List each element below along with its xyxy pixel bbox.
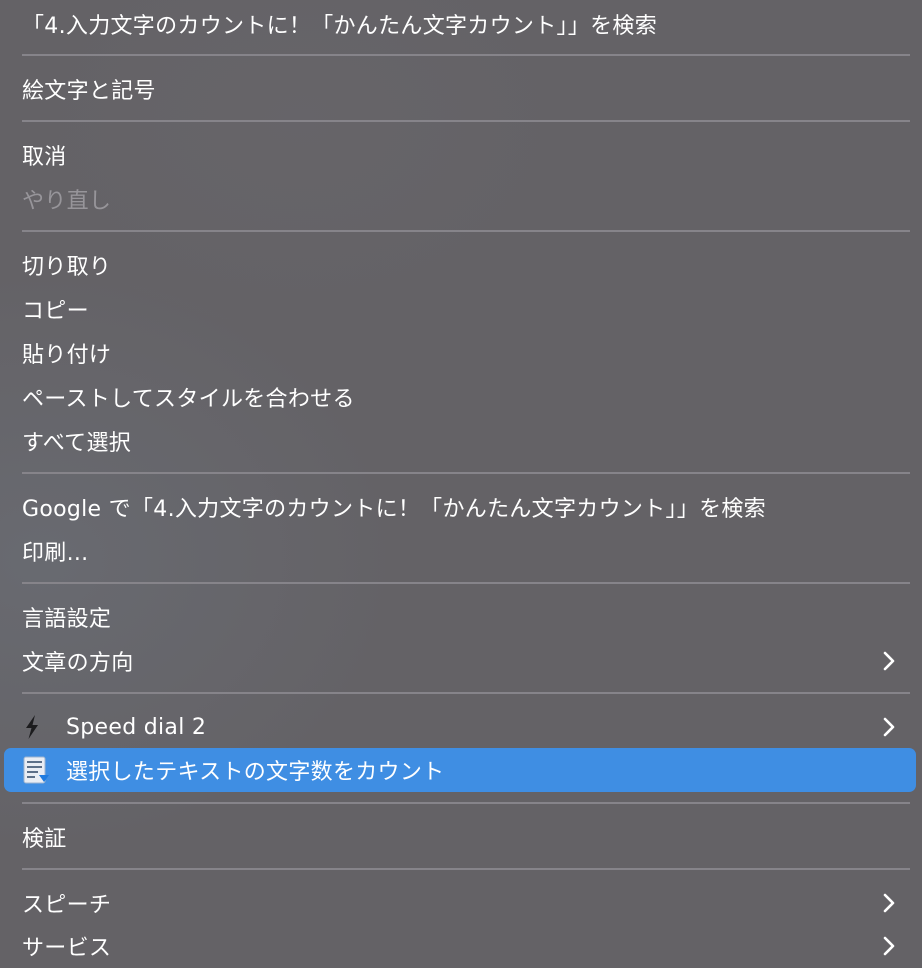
menu-separator [22,54,910,56]
chevron-right-icon [883,717,895,737]
menu-item-label: Google で「4.入力文字のカウントに！「かんたん文字カウント」」を検索 [22,497,766,522]
menu-item-redo: やり直し [4,177,916,221]
menu-item-label: 絵文字と記号 [22,79,156,104]
menu-item-speech[interactable]: スピーチ [4,881,916,925]
menu-item-label: コピー [22,299,89,324]
menu-item-label: 文章の方向 [22,651,134,676]
menu-item-language-settings[interactable]: 言語設定 [4,595,916,639]
menu-item-label: 印刷... [22,541,89,566]
menu-item-paste-match-style[interactable]: ペーストしてスタイルを合わせる [4,375,916,419]
menu-item-google-search[interactable]: Google で「4.入力文字のカウントに！「かんたん文字カウント」」を検索 [4,485,916,529]
menu-item-label: 取消 [22,145,67,170]
menu-item-count-characters[interactable]: 選択したテキストの文字数をカウント [4,748,916,792]
menu-separator [22,230,910,232]
menu-item-label: 切り取り [22,255,112,280]
menu-item-label: 検証 [22,827,67,852]
menu-item-emoji[interactable]: 絵文字と記号 [4,67,916,111]
menu-item-undo[interactable]: 取消 [4,133,916,177]
menu-separator [22,582,910,584]
menu-item-label: 貼り付け [22,343,112,368]
menu-item-search-selection[interactable]: 「4.入力文字のカウントに！「かんたん文字カウント」」を検索 [4,2,916,46]
menu-item-label: すべて選択 [22,431,132,456]
menu-item-cut[interactable]: 切り取り [4,243,916,287]
menu-item-label: やり直し [22,189,112,214]
menu-separator [22,868,910,870]
menu-item-label: サービス [22,936,112,961]
lightning-bolt-icon [22,714,66,740]
menu-separator [22,692,910,694]
chevron-right-icon [883,893,895,913]
menu-item-speed-dial[interactable]: Speed dial 2 [4,705,916,749]
menu-item-paste[interactable]: 貼り付け [4,331,916,375]
menu-item-label: 選択したテキストの文字数をカウント [66,760,445,785]
menu-item-copy[interactable]: コピー [4,287,916,331]
menu-item-label: 言語設定 [22,607,112,632]
menu-item-print[interactable]: 印刷... [4,529,916,573]
menu-separator [22,472,910,474]
document-count-icon [22,755,66,785]
menu-item-writing-direction[interactable]: 文章の方向 [4,639,916,683]
menu-separator [22,802,910,804]
menu-item-inspect[interactable]: 検証 [4,815,916,859]
chevron-right-icon [883,936,895,956]
menu-item-label: Speed dial 2 [66,714,207,740]
menu-item-label: スピーチ [22,893,112,918]
menu-item-label: 「4.入力文字のカウントに！「かんたん文字カウント」」を検索 [22,14,657,39]
chevron-right-icon [883,651,895,671]
menu-separator [22,120,910,122]
context-menu: 「4.入力文字のカウントに！「かんたん文字カウント」」を検索 絵文字と記号 取消… [0,0,922,968]
menu-item-services[interactable]: サービス [4,924,916,968]
menu-item-label: ペーストしてスタイルを合わせる [22,387,355,412]
menu-item-select-all[interactable]: すべて選択 [4,419,916,463]
